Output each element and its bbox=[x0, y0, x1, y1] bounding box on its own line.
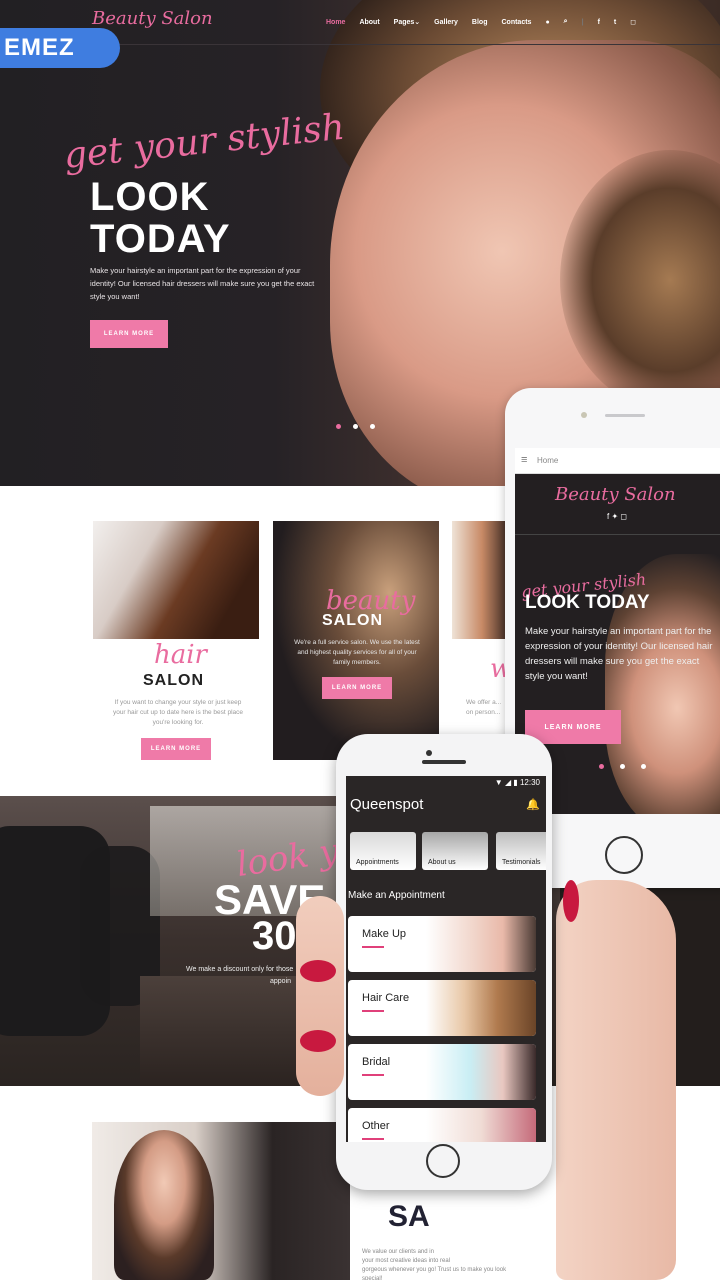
phone-device: ▼ ◢ ▮ 12:30 Queenspot 🔔 Appointments Abo… bbox=[336, 734, 552, 1190]
salon-discount-amount: 30 bbox=[252, 914, 297, 958]
instagram-icon[interactable]: ◻ bbox=[630, 18, 636, 26]
hero-heading-line2: TODAY bbox=[90, 217, 231, 261]
nav-contacts[interactable]: Contacts bbox=[501, 19, 531, 26]
card-hair-text: If you want to change your style or just… bbox=[112, 699, 244, 726]
card-hair-script: hair bbox=[154, 640, 207, 670]
fingernail bbox=[300, 1030, 336, 1052]
card-hair-title: SALON bbox=[143, 672, 204, 689]
chevron-down-icon: ⌄ bbox=[414, 19, 421, 26]
service-label: Other bbox=[362, 1120, 390, 1132]
hair-care-photo bbox=[426, 980, 536, 1036]
fingernail bbox=[300, 960, 336, 982]
tab-testimonials[interactable]: Testimonials bbox=[496, 832, 546, 870]
phone-speaker bbox=[422, 760, 466, 764]
thumb-illustration bbox=[296, 896, 344, 1096]
makeup-photo bbox=[426, 916, 536, 972]
card-beauty-text: We're a full service salon. We use the l… bbox=[294, 639, 420, 666]
tab-appointments[interactable]: Appointments bbox=[350, 832, 416, 870]
notification-bell-icon[interactable]: 🔔 bbox=[526, 798, 540, 811]
card-beauty-title: SALON bbox=[322, 612, 383, 629]
nav-pages[interactable]: Pages⌄ bbox=[394, 18, 421, 26]
tablet-hero-title: LOOK TODAY bbox=[525, 592, 650, 613]
salon-text: We make a discount only for those bbox=[186, 966, 294, 973]
slider-dot[interactable] bbox=[353, 424, 358, 429]
card-hair-button[interactable]: LEARN MORE bbox=[141, 738, 211, 760]
card-third-text: We offer a... on person... bbox=[466, 699, 502, 716]
slider-dot[interactable] bbox=[641, 764, 646, 769]
service-underline bbox=[362, 1074, 384, 1076]
vendor-badge: EMEZ bbox=[0, 28, 120, 68]
phone-screen: ▼ ◢ ▮ 12:30 Queenspot 🔔 Appointments Abo… bbox=[346, 776, 546, 1142]
tab-about-us[interactable]: About us bbox=[422, 832, 488, 870]
tablet-menu-bar: ≡ Home bbox=[515, 448, 720, 474]
slider-dot[interactable] bbox=[336, 424, 341, 429]
status-time: 12:30 bbox=[519, 778, 540, 787]
tablet-brand[interactable]: Beauty Salon bbox=[555, 484, 676, 505]
service-makeup[interactable]: Make Up bbox=[348, 916, 536, 972]
twitter-icon[interactable]: t bbox=[614, 19, 616, 26]
tablet-home-button[interactable] bbox=[605, 836, 643, 874]
app-title: Queenspot bbox=[350, 796, 424, 813]
hero-heading-line1: LOOK bbox=[90, 175, 210, 219]
service-label: Hair Care bbox=[362, 992, 410, 1004]
facebook-icon[interactable]: f bbox=[598, 19, 600, 26]
tablet-camera bbox=[581, 412, 587, 418]
tablet-hero-description: Make your hairstyle an important part fo… bbox=[525, 626, 713, 682]
signal-icon: ◢ bbox=[504, 778, 512, 787]
battery-icon: ▮ bbox=[513, 778, 518, 787]
tablet-speaker bbox=[605, 414, 645, 417]
service-underline bbox=[362, 1138, 384, 1140]
tablet-menu-label[interactable]: Home bbox=[537, 456, 558, 465]
wifi-icon: ▼ bbox=[494, 778, 503, 787]
section-heading: Make an Appointment bbox=[348, 890, 445, 901]
hair-salon-photo bbox=[93, 521, 259, 639]
hand-illustration bbox=[556, 880, 676, 1280]
phone-camera bbox=[426, 750, 432, 756]
stylist-photo bbox=[92, 1122, 350, 1280]
nav-separator: | bbox=[581, 18, 584, 26]
model-portrait bbox=[114, 1130, 214, 1280]
nav-blog[interactable]: Blog bbox=[472, 19, 488, 26]
service-hair-care[interactable]: Hair Care bbox=[348, 980, 536, 1036]
service-underline bbox=[362, 946, 384, 948]
service-bridal[interactable]: Bridal bbox=[348, 1044, 536, 1100]
bottom-text: We value our clients and in your most cre… bbox=[362, 1249, 507, 1280]
nav-home[interactable]: Home bbox=[326, 19, 345, 26]
bottom-heading: SA bbox=[388, 1200, 430, 1233]
bridal-photo bbox=[426, 1044, 536, 1100]
slider-dot[interactable] bbox=[599, 764, 604, 769]
hero-learn-more-button[interactable]: LEARN MORE bbox=[90, 320, 168, 348]
slider-dot[interactable] bbox=[620, 764, 625, 769]
salon-text-2: appoin bbox=[270, 978, 292, 985]
user-icon[interactable]: ● bbox=[545, 19, 549, 26]
tablet-slider-dots bbox=[599, 764, 646, 769]
service-label: Make Up bbox=[362, 928, 407, 940]
fingernail bbox=[563, 880, 579, 922]
nav-about[interactable]: About bbox=[359, 19, 379, 26]
hero-description: Make your hairstyle an important part fo… bbox=[90, 266, 315, 301]
other-photo bbox=[426, 1108, 536, 1142]
hero-heading: LOOK TODAY bbox=[90, 176, 231, 260]
service-underline bbox=[362, 1010, 384, 1012]
slider-dot[interactable] bbox=[370, 424, 375, 429]
nav-gallery[interactable]: Gallery bbox=[434, 19, 458, 26]
status-bar: ▼ ◢ ▮ 12:30 bbox=[495, 778, 540, 787]
brand-logo[interactable]: Beauty Salon bbox=[92, 8, 213, 29]
tablet-social-icons[interactable]: f ✦ ◻ bbox=[607, 512, 627, 521]
phone-home-button[interactable] bbox=[426, 1144, 460, 1178]
tablet-divider bbox=[515, 534, 720, 535]
search-icon[interactable]: ⌕ bbox=[564, 18, 568, 26]
hamburger-icon[interactable]: ≡ bbox=[521, 454, 527, 466]
hero-slider-dots bbox=[336, 424, 375, 429]
main-nav: Home About Pages⌄ Gallery Blog Contacts … bbox=[326, 14, 636, 30]
card-beauty-button[interactable]: LEARN MORE bbox=[322, 677, 392, 699]
service-other[interactable]: Other bbox=[348, 1108, 536, 1142]
tablet-learn-more-button[interactable]: LEARN MORE bbox=[525, 710, 621, 744]
service-label: Bridal bbox=[362, 1056, 391, 1068]
third-card-photo bbox=[452, 521, 512, 639]
